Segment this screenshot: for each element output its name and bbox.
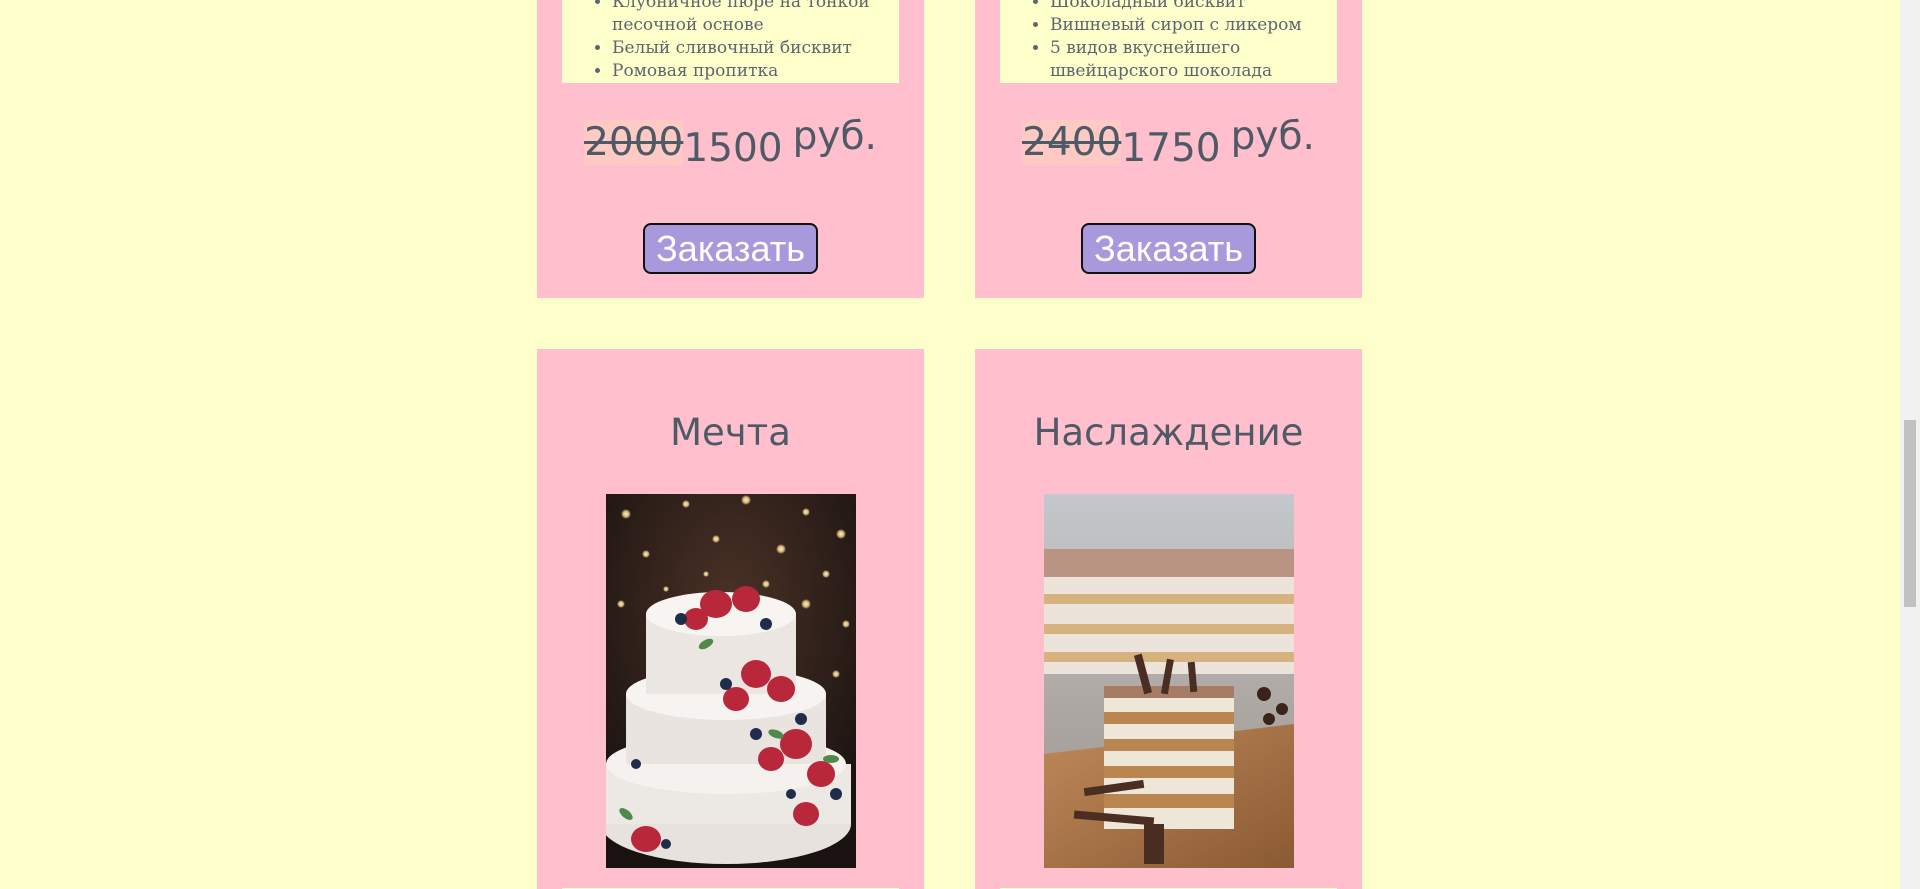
order-button[interactable]: Заказать bbox=[1081, 223, 1256, 274]
product-card-2: Шоколадный бисквит Вишневый сироп с лике… bbox=[975, 0, 1362, 298]
price: 20001500 руб. bbox=[537, 114, 924, 171]
scrollbar-thumb[interactable] bbox=[1904, 420, 1916, 607]
currency: руб. bbox=[792, 114, 877, 159]
old-price: 2000 bbox=[584, 120, 684, 165]
ingredient-item: Ромовая пропитка bbox=[612, 60, 899, 83]
cake-title: Наслаждение bbox=[1033, 411, 1304, 454]
ingredients-list: Клубничное пюре на тонкой песочной основ… bbox=[562, 0, 899, 83]
ingredient-item: Клубничное пюре на тонкой песочной основ… bbox=[612, 0, 899, 37]
cake-photo bbox=[1044, 494, 1294, 868]
berry-cake-image bbox=[606, 494, 856, 868]
product-card-1: Клубничное пюре на тонкой песочной основ… bbox=[537, 0, 924, 298]
currency: руб. bbox=[1230, 114, 1315, 159]
old-price: 2400 bbox=[1022, 120, 1122, 165]
ingredient-item: Шоколадный бисквит bbox=[1050, 0, 1337, 14]
cake-title: Мечта bbox=[670, 411, 791, 454]
scrollbar[interactable] bbox=[1900, 0, 1920, 889]
ingredients-list: Шоколадный бисквит Вишневый сироп с лике… bbox=[1000, 0, 1337, 83]
product-card-3: Мечта bbox=[537, 349, 924, 889]
new-price: 1750 bbox=[1121, 126, 1221, 171]
ingredient-item: 5 видов вкуснейшего швейцарского шоколад… bbox=[1050, 37, 1337, 83]
tiramisu-image bbox=[1044, 494, 1294, 868]
price: 24001750 руб. bbox=[975, 114, 1362, 171]
ingredients-box: Шоколадный бисквит Вишневый сироп с лике… bbox=[1000, 0, 1337, 83]
product-card-4: Наслаждение bbox=[975, 349, 1362, 889]
ingredient-item: Белый сливочный бисквит bbox=[612, 37, 899, 60]
new-price: 1500 bbox=[683, 126, 783, 171]
order-button[interactable]: Заказать bbox=[643, 223, 818, 274]
ingredients-box: Клубничное пюре на тонкой песочной основ… bbox=[562, 0, 899, 83]
ingredient-item: Вишневый сироп с ликером bbox=[1050, 14, 1337, 37]
cake-photo bbox=[606, 494, 856, 868]
